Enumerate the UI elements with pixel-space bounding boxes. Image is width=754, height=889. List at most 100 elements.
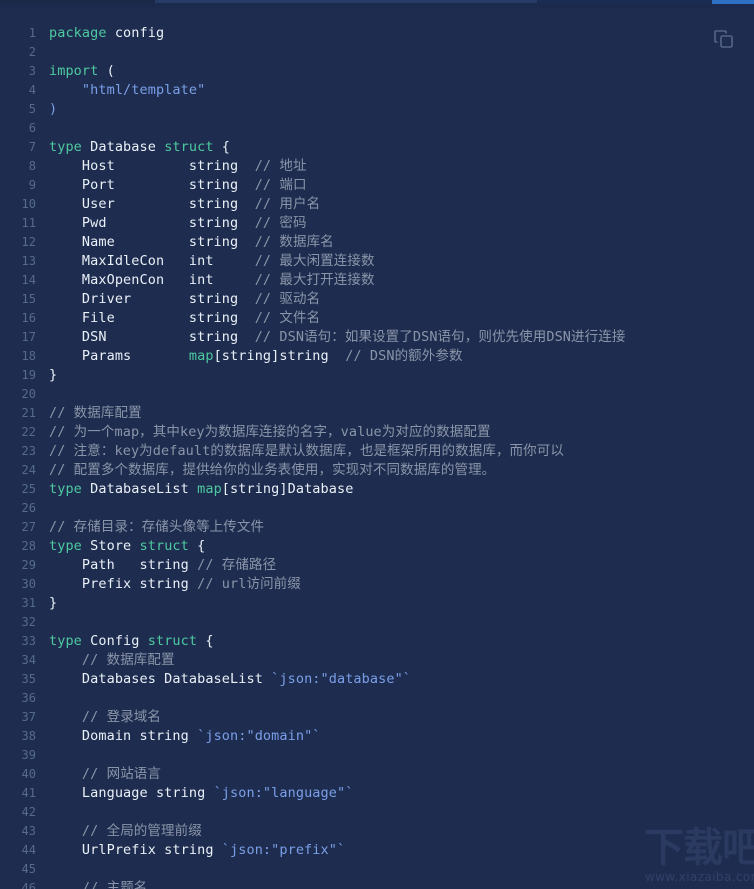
code-token-str: `json:"language"`: [213, 785, 354, 801]
top-strip-segment-mid: [155, 0, 537, 3]
code-token-cmt: // 配置多个数据库，提供给你的业务表使用，实现对不同数据库的管理。: [49, 462, 496, 478]
line-number: 13: [21, 254, 36, 268]
code-token-pln: MaxOpenCon int: [49, 272, 255, 288]
code-line: 27 // 存储目录：存储头像等上传文件: [0, 518, 754, 537]
code-line: 13 MaxIdleCon int // 最大闲置连接数: [0, 252, 754, 271]
code-token-pln: Host string: [49, 158, 255, 174]
line-number: 25: [21, 482, 36, 496]
code-line: 4 "html/template": [0, 81, 754, 100]
code-line: 21 // 数据库配置: [0, 404, 754, 423]
top-strip-accent: [712, 0, 754, 4]
copy-icon: [712, 27, 736, 51]
line-number: 33: [21, 634, 36, 648]
code-token-pln: DSN string: [49, 329, 255, 345]
code-line: 17 DSN string // DSN语句：如果设置了DSN语句，则优先使用D…: [0, 328, 754, 347]
code-line-text: // 网站语言: [36, 765, 161, 784]
line-number: 35: [21, 672, 36, 686]
code-token-cmt: // 注意：key为default的数据库是默认数据库，也是框架所用的数据库，而…: [49, 443, 564, 459]
line-number: 42: [21, 805, 36, 819]
line-number: 29: [21, 558, 36, 572]
code-token-cmt: // DSN的额外参数: [345, 348, 463, 364]
code-line-text: // 注意：key为default的数据库是默认数据库，也是框架所用的数据库，而…: [36, 442, 564, 461]
line-number: 14: [21, 273, 36, 287]
code-line: 33 type Config struct {: [0, 632, 754, 651]
copy-code-button[interactable]: [712, 27, 736, 51]
code-line: 24 // 配置多个数据库，提供给你的业务表使用，实现对不同数据库的管理。: [0, 461, 754, 480]
code-token-pln: Prefix string: [49, 576, 198, 592]
code-token-kw: package: [49, 25, 107, 41]
line-number: 43: [21, 824, 36, 838]
code-token-cmt: // 数据库名: [254, 234, 334, 250]
code-line: 25 type DatabaseList map[string]Database: [0, 480, 754, 499]
code-line: 28 type Store struct {: [0, 537, 754, 556]
line-number: 40: [21, 767, 36, 781]
code-line: 23 // 注意：key为default的数据库是默认数据库，也是框架所用的数据库…: [0, 442, 754, 461]
line-number: 46: [21, 881, 36, 889]
code-line-text: // 主题名: [36, 879, 147, 889]
code-token-kw: map: [188, 348, 214, 364]
code-token-cmt: // 登录域名: [49, 709, 161, 725]
code-token-pln: Pwd string: [49, 215, 255, 231]
code-token-pln: {: [213, 139, 231, 155]
code-line: 20: [0, 385, 754, 404]
code-line: 36: [0, 689, 754, 708]
code-line: 44 UrlPrefix string `json:"prefix"`: [0, 841, 754, 860]
code-line-list: 1 package config 2 3 import (4 "html/templa…: [0, 24, 754, 889]
code-token-pln: Params: [49, 348, 189, 364]
line-number: 5: [28, 102, 36, 116]
line-number: 41: [21, 786, 36, 800]
top-strip-segment-left: [0, 0, 155, 3]
code-line-text: UrlPrefix string `json:"prefix"`: [36, 841, 345, 860]
line-number: 7: [28, 140, 36, 154]
code-line: 35 Databases DatabaseList `json:"databas…: [0, 670, 754, 689]
code-token-str: ): [49, 101, 58, 117]
code-token-str: `json:"domain"`: [197, 728, 321, 744]
code-token-cmt: // 端口: [254, 177, 307, 193]
code-line: 18 Params map[string]string // DSN的额外参数: [0, 347, 754, 366]
code-token-cmt: // 地址: [254, 158, 307, 174]
line-number: 20: [21, 387, 36, 401]
code-token-cmt: // 存储目录：存储头像等上传文件: [49, 519, 265, 535]
code-token-cmt: // 全局的管理前缀: [49, 823, 202, 839]
code-token-cmt: // 主题名: [49, 880, 148, 889]
code-line-text: type Store struct {: [36, 537, 205, 556]
code-token-cmt: // 用户名: [254, 196, 321, 212]
code-token-pln: Port string: [49, 177, 255, 193]
code-token-kw: type: [49, 481, 82, 497]
code-line: 29 Path string // 存储路径: [0, 556, 754, 575]
line-number: 30: [21, 577, 36, 591]
code-line-text: "html/template": [36, 81, 205, 100]
code-line-text: }: [36, 366, 57, 385]
code-line: 43 // 全局的管理前缀: [0, 822, 754, 841]
line-number: 10: [21, 197, 36, 211]
code-token-pln: DatabaseList: [81, 481, 198, 497]
code-line: 39: [0, 746, 754, 765]
code-token-pln: }: [49, 595, 58, 611]
code-line: 37 // 登录域名: [0, 708, 754, 727]
code-token-pln: Domain string: [49, 728, 198, 744]
line-number: 32: [21, 615, 36, 629]
code-token-cmt: // 网站语言: [49, 766, 161, 782]
code-line-text: Driver string // 驱动名: [36, 290, 320, 309]
code-line-text: package config: [36, 24, 164, 43]
code-line-text: ): [36, 100, 57, 119]
code-viewer[interactable]: 1 package config 2 3 import (4 "html/templa…: [0, 8, 754, 889]
code-token-cmt: // 数据库配置: [49, 405, 142, 421]
line-number: 18: [21, 349, 36, 363]
line-number: 31: [21, 596, 36, 610]
code-line: 45: [0, 860, 754, 879]
code-line: 30 Prefix string // url访问前缀: [0, 575, 754, 594]
line-number: 17: [21, 330, 36, 344]
code-line: 11 Pwd string // 密码: [0, 214, 754, 233]
code-token-pln: [string]Database: [221, 481, 354, 497]
code-token-kw: struct: [164, 139, 214, 155]
code-token-cmt: // 为一个map，其中key为数据库连接的名字，value为对应的数据配置: [49, 424, 491, 440]
code-token-kw: type: [49, 633, 82, 649]
code-line: 12 Name string // 数据库名: [0, 233, 754, 252]
code-line-text: Host string // 地址: [36, 157, 307, 176]
code-line-text: // 数据库配置: [36, 651, 175, 670]
code-token-kw: type: [49, 139, 82, 155]
